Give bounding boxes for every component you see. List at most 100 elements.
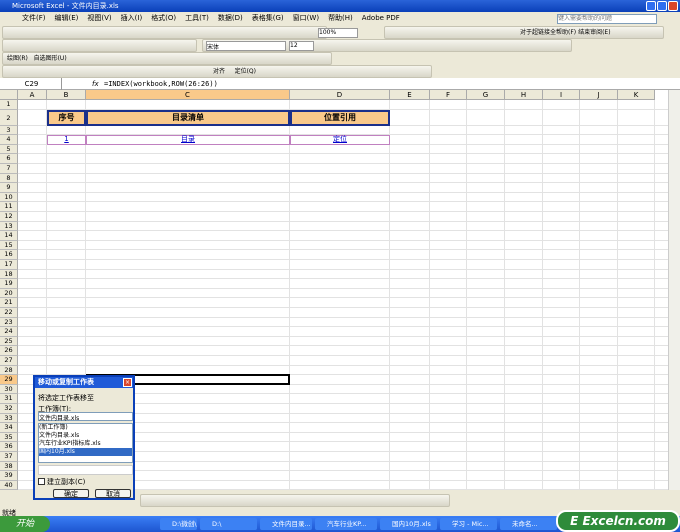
row-header[interactable]: 40: [0, 480, 18, 490]
column-header-D[interactable]: D: [290, 90, 390, 100]
ok-button[interactable]: 确定: [53, 489, 89, 498]
workbook-option[interactable]: 汽车行业KPI指标库.xls: [39, 440, 132, 448]
row-header[interactable]: 9: [0, 183, 18, 193]
row-header[interactable]: 3: [0, 125, 18, 136]
menu-item[interactable]: 窗口(W): [293, 14, 319, 22]
start-button[interactable]: 开始: [0, 516, 50, 532]
column-header-I[interactable]: I: [543, 90, 580, 100]
row-header[interactable]: 33: [0, 413, 18, 424]
copy-checkbox[interactable]: [38, 478, 45, 485]
workbook-option[interactable]: 国内10月.xls: [39, 448, 132, 456]
column-header-B[interactable]: B: [47, 90, 86, 100]
name-box[interactable]: C29: [2, 78, 62, 90]
autoshape-menu[interactable]: 自选图形(U): [34, 55, 67, 62]
column-header-K[interactable]: K: [618, 90, 655, 100]
maximize-button[interactable]: [657, 1, 667, 11]
minimize-button[interactable]: [646, 1, 656, 11]
row-header[interactable]: 1: [0, 100, 18, 110]
menu-item[interactable]: Adobe PDF: [362, 14, 400, 22]
column-header-C[interactable]: C: [86, 90, 290, 100]
column-header-J[interactable]: J: [580, 90, 618, 100]
row-header[interactable]: 29: [0, 375, 18, 385]
menu-item[interactable]: 表格集(G): [252, 14, 284, 22]
taskbar-item[interactable]: D:\微创\1-...: [160, 518, 197, 530]
menu-item[interactable]: 格式(O): [151, 14, 176, 22]
row-header[interactable]: 30: [0, 384, 18, 395]
menu-item[interactable]: 帮助(H): [328, 14, 353, 22]
vertical-scrollbar[interactable]: [668, 90, 680, 490]
menu-item[interactable]: 插入(I): [121, 14, 143, 22]
row-header[interactable]: 2: [0, 109, 18, 126]
row-header[interactable]: 39: [0, 471, 18, 481]
column-header-E[interactable]: E: [390, 90, 430, 100]
row-header[interactable]: 21: [0, 298, 18, 308]
end-review-button[interactable]: 结束审阅(E): [578, 29, 610, 36]
cancel-button[interactable]: 取消: [95, 489, 131, 498]
draw-menu[interactable]: 绘图(R): [7, 55, 28, 62]
fx-icon[interactable]: fx: [92, 78, 99, 90]
row-header[interactable]: 10: [0, 192, 18, 203]
workbook-list[interactable]: (新工作簿) 文件内目录.xls 汽车行业KPI指标库.xls 国内10月.xls: [38, 423, 133, 463]
menu-item[interactable]: 编辑(E): [55, 14, 79, 22]
column-header-A[interactable]: A: [18, 90, 47, 100]
row-header[interactable]: 36: [0, 442, 18, 452]
row-header[interactable]: 14: [0, 231, 18, 241]
row-header[interactable]: 19: [0, 279, 18, 289]
dialog-close-icon[interactable]: ×: [123, 378, 132, 387]
column-header-G[interactable]: G: [467, 90, 505, 100]
column-header-F[interactable]: F: [430, 90, 467, 100]
row-header[interactable]: 25: [0, 336, 18, 347]
row-header[interactable]: 12: [0, 212, 18, 222]
font-size-select[interactable]: 12: [289, 41, 314, 51]
row-header[interactable]: 26: [0, 346, 18, 356]
row-header[interactable]: 5: [0, 144, 18, 155]
row-header[interactable]: 6: [0, 154, 18, 164]
row-header[interactable]: 13: [0, 221, 18, 232]
row-header[interactable]: 7: [0, 164, 18, 174]
table-cell-link[interactable]: 定位: [290, 135, 390, 145]
taskbar-item[interactable]: 文件内目录...: [260, 518, 312, 530]
formula-input[interactable]: =INDEX(workbook,ROW(26:26)): [104, 78, 218, 90]
menu-item[interactable]: 视图(V): [87, 14, 111, 22]
row-header[interactable]: 20: [0, 288, 18, 299]
row-header[interactable]: 8: [0, 173, 18, 184]
column-header-H[interactable]: H: [505, 90, 543, 100]
menu-item[interactable]: 数据(D): [218, 14, 243, 22]
row-header[interactable]: 34: [0, 423, 18, 433]
zoom-select[interactable]: 100%: [318, 28, 358, 38]
row-header[interactable]: 11: [0, 202, 18, 212]
row-header[interactable]: 27: [0, 356, 18, 366]
align-button[interactable]: 对齐: [213, 68, 225, 75]
menu-item[interactable]: 文件(F): [22, 14, 46, 22]
taskbar-item[interactable]: D:\: [200, 518, 257, 530]
position-button[interactable]: 定位(Q): [235, 68, 256, 75]
row-header[interactable]: 15: [0, 240, 18, 251]
row-header[interactable]: 28: [0, 365, 18, 376]
table-cell-link[interactable]: 目录: [86, 135, 290, 145]
row-header[interactable]: 38: [0, 461, 18, 472]
row-header[interactable]: 17: [0, 260, 18, 270]
workbook-select[interactable]: 文件内目录.xls: [38, 412, 133, 422]
row-header[interactable]: 31: [0, 394, 18, 404]
workbook-option[interactable]: 文件内目录.xls: [39, 432, 132, 440]
font-select[interactable]: 宋体: [206, 41, 286, 51]
taskbar-item[interactable]: 国内10月.xls: [380, 518, 437, 530]
taskbar-item[interactable]: 学习 - Mic...: [440, 518, 497, 530]
help-search-input[interactable]: [557, 14, 657, 24]
row-header[interactable]: 22: [0, 308, 18, 318]
row-header[interactable]: 32: [0, 404, 18, 414]
select-all[interactable]: [0, 90, 18, 100]
taskbar-item[interactable]: 未命名...: [500, 518, 557, 530]
row-header[interactable]: 18: [0, 269, 18, 280]
row-header[interactable]: 37: [0, 452, 18, 462]
workbook-option[interactable]: (新工作簿): [39, 424, 132, 432]
row-header[interactable]: 16: [0, 250, 18, 260]
close-button[interactable]: [668, 1, 678, 11]
row-header[interactable]: 4: [0, 135, 18, 145]
plugin-button[interactable]: 对于超链接全帮助(F): [520, 29, 576, 36]
row-header[interactable]: 35: [0, 432, 18, 443]
row-header[interactable]: 24: [0, 327, 18, 337]
menu-item[interactable]: 工具(T): [185, 14, 209, 22]
taskbar-item[interactable]: 汽车行业KP...: [315, 518, 377, 530]
row-header[interactable]: 23: [0, 317, 18, 328]
